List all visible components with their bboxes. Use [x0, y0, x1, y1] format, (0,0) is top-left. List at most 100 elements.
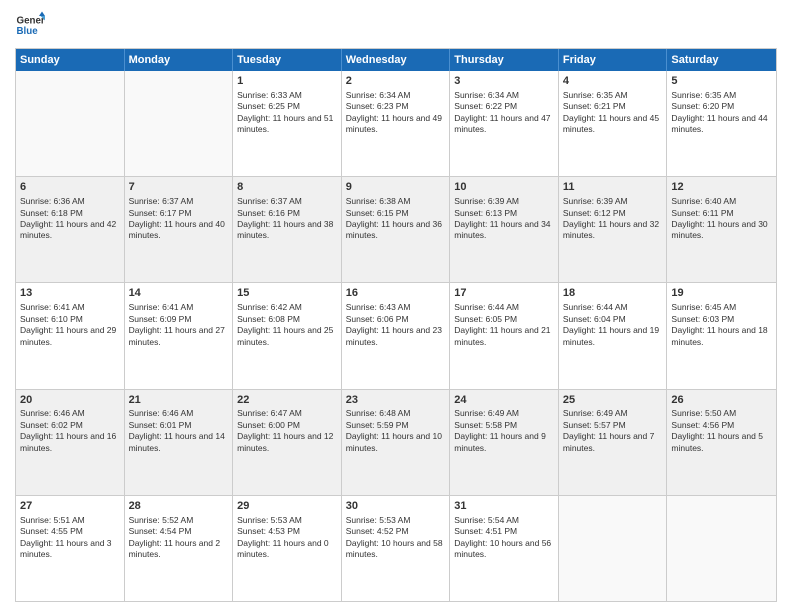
calendar-cell: 24Sunrise: 6:49 AM Sunset: 5:58 PM Dayli…: [450, 390, 559, 495]
calendar-cell: 2Sunrise: 6:34 AM Sunset: 6:23 PM Daylig…: [342, 71, 451, 176]
day-number: 30: [346, 499, 446, 514]
day-number: 12: [671, 180, 772, 195]
day-info: Sunrise: 6:46 AM Sunset: 6:02 PM Dayligh…: [20, 408, 116, 452]
day-info: Sunrise: 6:35 AM Sunset: 6:20 PM Dayligh…: [671, 90, 767, 134]
calendar: SundayMondayTuesdayWednesdayThursdayFrid…: [15, 48, 777, 602]
logo: General Blue: [15, 10, 51, 40]
day-number: 16: [346, 286, 446, 301]
calendar-cell: 14Sunrise: 6:41 AM Sunset: 6:09 PM Dayli…: [125, 283, 234, 388]
day-number: 2: [346, 74, 446, 89]
day-info: Sunrise: 6:44 AM Sunset: 6:05 PM Dayligh…: [454, 302, 550, 346]
day-info: Sunrise: 5:53 AM Sunset: 4:53 PM Dayligh…: [237, 515, 329, 559]
calendar-cell: 30Sunrise: 5:53 AM Sunset: 4:52 PM Dayli…: [342, 496, 451, 601]
day-number: 13: [20, 286, 120, 301]
svg-text:Blue: Blue: [17, 26, 39, 37]
header-day-thursday: Thursday: [450, 49, 559, 71]
calendar-cell: 17Sunrise: 6:44 AM Sunset: 6:05 PM Dayli…: [450, 283, 559, 388]
calendar-cell: 1Sunrise: 6:33 AM Sunset: 6:25 PM Daylig…: [233, 71, 342, 176]
day-info: Sunrise: 6:43 AM Sunset: 6:06 PM Dayligh…: [346, 302, 442, 346]
day-number: 21: [129, 393, 229, 408]
day-info: Sunrise: 6:42 AM Sunset: 6:08 PM Dayligh…: [237, 302, 333, 346]
calendar-cell: 10Sunrise: 6:39 AM Sunset: 6:13 PM Dayli…: [450, 177, 559, 282]
header-day-saturday: Saturday: [667, 49, 776, 71]
day-number: 4: [563, 74, 663, 89]
day-info: Sunrise: 5:51 AM Sunset: 4:55 PM Dayligh…: [20, 515, 112, 559]
day-number: 11: [563, 180, 663, 195]
calendar-cell: 27Sunrise: 5:51 AM Sunset: 4:55 PM Dayli…: [16, 496, 125, 601]
day-number: 7: [129, 180, 229, 195]
day-number: 27: [20, 499, 120, 514]
calendar-cell: 6Sunrise: 6:36 AM Sunset: 6:18 PM Daylig…: [16, 177, 125, 282]
day-number: 22: [237, 393, 337, 408]
day-info: Sunrise: 6:49 AM Sunset: 5:58 PM Dayligh…: [454, 408, 546, 452]
day-info: Sunrise: 5:53 AM Sunset: 4:52 PM Dayligh…: [346, 515, 443, 559]
calendar-row-5: 27Sunrise: 5:51 AM Sunset: 4:55 PM Dayli…: [16, 495, 776, 601]
day-number: 15: [237, 286, 337, 301]
day-info: Sunrise: 6:49 AM Sunset: 5:57 PM Dayligh…: [563, 408, 655, 452]
day-number: 17: [454, 286, 554, 301]
day-info: Sunrise: 6:34 AM Sunset: 6:23 PM Dayligh…: [346, 90, 442, 134]
calendar-cell: 7Sunrise: 6:37 AM Sunset: 6:17 PM Daylig…: [125, 177, 234, 282]
day-number: 25: [563, 393, 663, 408]
day-number: 5: [671, 74, 772, 89]
day-info: Sunrise: 6:41 AM Sunset: 6:09 PM Dayligh…: [129, 302, 225, 346]
calendar-header: SundayMondayTuesdayWednesdayThursdayFrid…: [16, 49, 776, 71]
day-number: 28: [129, 499, 229, 514]
day-number: 29: [237, 499, 337, 514]
calendar-row-1: 1Sunrise: 6:33 AM Sunset: 6:25 PM Daylig…: [16, 71, 776, 176]
calendar-cell: 23Sunrise: 6:48 AM Sunset: 5:59 PM Dayli…: [342, 390, 451, 495]
calendar-row-2: 6Sunrise: 6:36 AM Sunset: 6:18 PM Daylig…: [16, 176, 776, 282]
day-info: Sunrise: 6:44 AM Sunset: 6:04 PM Dayligh…: [563, 302, 659, 346]
day-info: Sunrise: 5:52 AM Sunset: 4:54 PM Dayligh…: [129, 515, 221, 559]
day-number: 31: [454, 499, 554, 514]
day-number: 6: [20, 180, 120, 195]
header-day-tuesday: Tuesday: [233, 49, 342, 71]
calendar-cell: 9Sunrise: 6:38 AM Sunset: 6:15 PM Daylig…: [342, 177, 451, 282]
day-info: Sunrise: 5:54 AM Sunset: 4:51 PM Dayligh…: [454, 515, 551, 559]
day-info: Sunrise: 6:41 AM Sunset: 6:10 PM Dayligh…: [20, 302, 116, 346]
day-info: Sunrise: 6:47 AM Sunset: 6:00 PM Dayligh…: [237, 408, 333, 452]
page: General Blue SundayMondayTuesdayWednesda…: [0, 0, 792, 612]
calendar-cell: 20Sunrise: 6:46 AM Sunset: 6:02 PM Dayli…: [16, 390, 125, 495]
svg-text:General: General: [17, 16, 46, 27]
day-number: 8: [237, 180, 337, 195]
header-day-wednesday: Wednesday: [342, 49, 451, 71]
day-number: 18: [563, 286, 663, 301]
calendar-cell: 19Sunrise: 6:45 AM Sunset: 6:03 PM Dayli…: [667, 283, 776, 388]
day-info: Sunrise: 6:36 AM Sunset: 6:18 PM Dayligh…: [20, 196, 116, 240]
day-info: Sunrise: 6:48 AM Sunset: 5:59 PM Dayligh…: [346, 408, 442, 452]
day-info: Sunrise: 6:38 AM Sunset: 6:15 PM Dayligh…: [346, 196, 442, 240]
day-number: 23: [346, 393, 446, 408]
calendar-cell: 5Sunrise: 6:35 AM Sunset: 6:20 PM Daylig…: [667, 71, 776, 176]
logo-icon: General Blue: [15, 10, 45, 40]
day-info: Sunrise: 6:45 AM Sunset: 6:03 PM Dayligh…: [671, 302, 767, 346]
day-number: 10: [454, 180, 554, 195]
day-number: 3: [454, 74, 554, 89]
day-info: Sunrise: 6:35 AM Sunset: 6:21 PM Dayligh…: [563, 90, 659, 134]
calendar-cell: 25Sunrise: 6:49 AM Sunset: 5:57 PM Dayli…: [559, 390, 668, 495]
day-number: 1: [237, 74, 337, 89]
day-number: 26: [671, 393, 772, 408]
day-number: 24: [454, 393, 554, 408]
day-number: 14: [129, 286, 229, 301]
day-info: Sunrise: 6:33 AM Sunset: 6:25 PM Dayligh…: [237, 90, 333, 134]
calendar-cell: [16, 71, 125, 176]
calendar-cell: 21Sunrise: 6:46 AM Sunset: 6:01 PM Dayli…: [125, 390, 234, 495]
calendar-body: 1Sunrise: 6:33 AM Sunset: 6:25 PM Daylig…: [16, 71, 776, 601]
day-number: 19: [671, 286, 772, 301]
day-info: Sunrise: 6:40 AM Sunset: 6:11 PM Dayligh…: [671, 196, 767, 240]
calendar-cell: 16Sunrise: 6:43 AM Sunset: 6:06 PM Dayli…: [342, 283, 451, 388]
day-info: Sunrise: 6:39 AM Sunset: 6:12 PM Dayligh…: [563, 196, 659, 240]
calendar-cell: 4Sunrise: 6:35 AM Sunset: 6:21 PM Daylig…: [559, 71, 668, 176]
calendar-cell: [125, 71, 234, 176]
day-info: Sunrise: 5:50 AM Sunset: 4:56 PM Dayligh…: [671, 408, 763, 452]
calendar-cell: 15Sunrise: 6:42 AM Sunset: 6:08 PM Dayli…: [233, 283, 342, 388]
day-number: 20: [20, 393, 120, 408]
calendar-cell: 22Sunrise: 6:47 AM Sunset: 6:00 PM Dayli…: [233, 390, 342, 495]
day-info: Sunrise: 6:34 AM Sunset: 6:22 PM Dayligh…: [454, 90, 550, 134]
calendar-row-4: 20Sunrise: 6:46 AM Sunset: 6:02 PM Dayli…: [16, 389, 776, 495]
calendar-cell: 28Sunrise: 5:52 AM Sunset: 4:54 PM Dayli…: [125, 496, 234, 601]
header-day-monday: Monday: [125, 49, 234, 71]
calendar-cell: 26Sunrise: 5:50 AM Sunset: 4:56 PM Dayli…: [667, 390, 776, 495]
calendar-cell: 29Sunrise: 5:53 AM Sunset: 4:53 PM Dayli…: [233, 496, 342, 601]
